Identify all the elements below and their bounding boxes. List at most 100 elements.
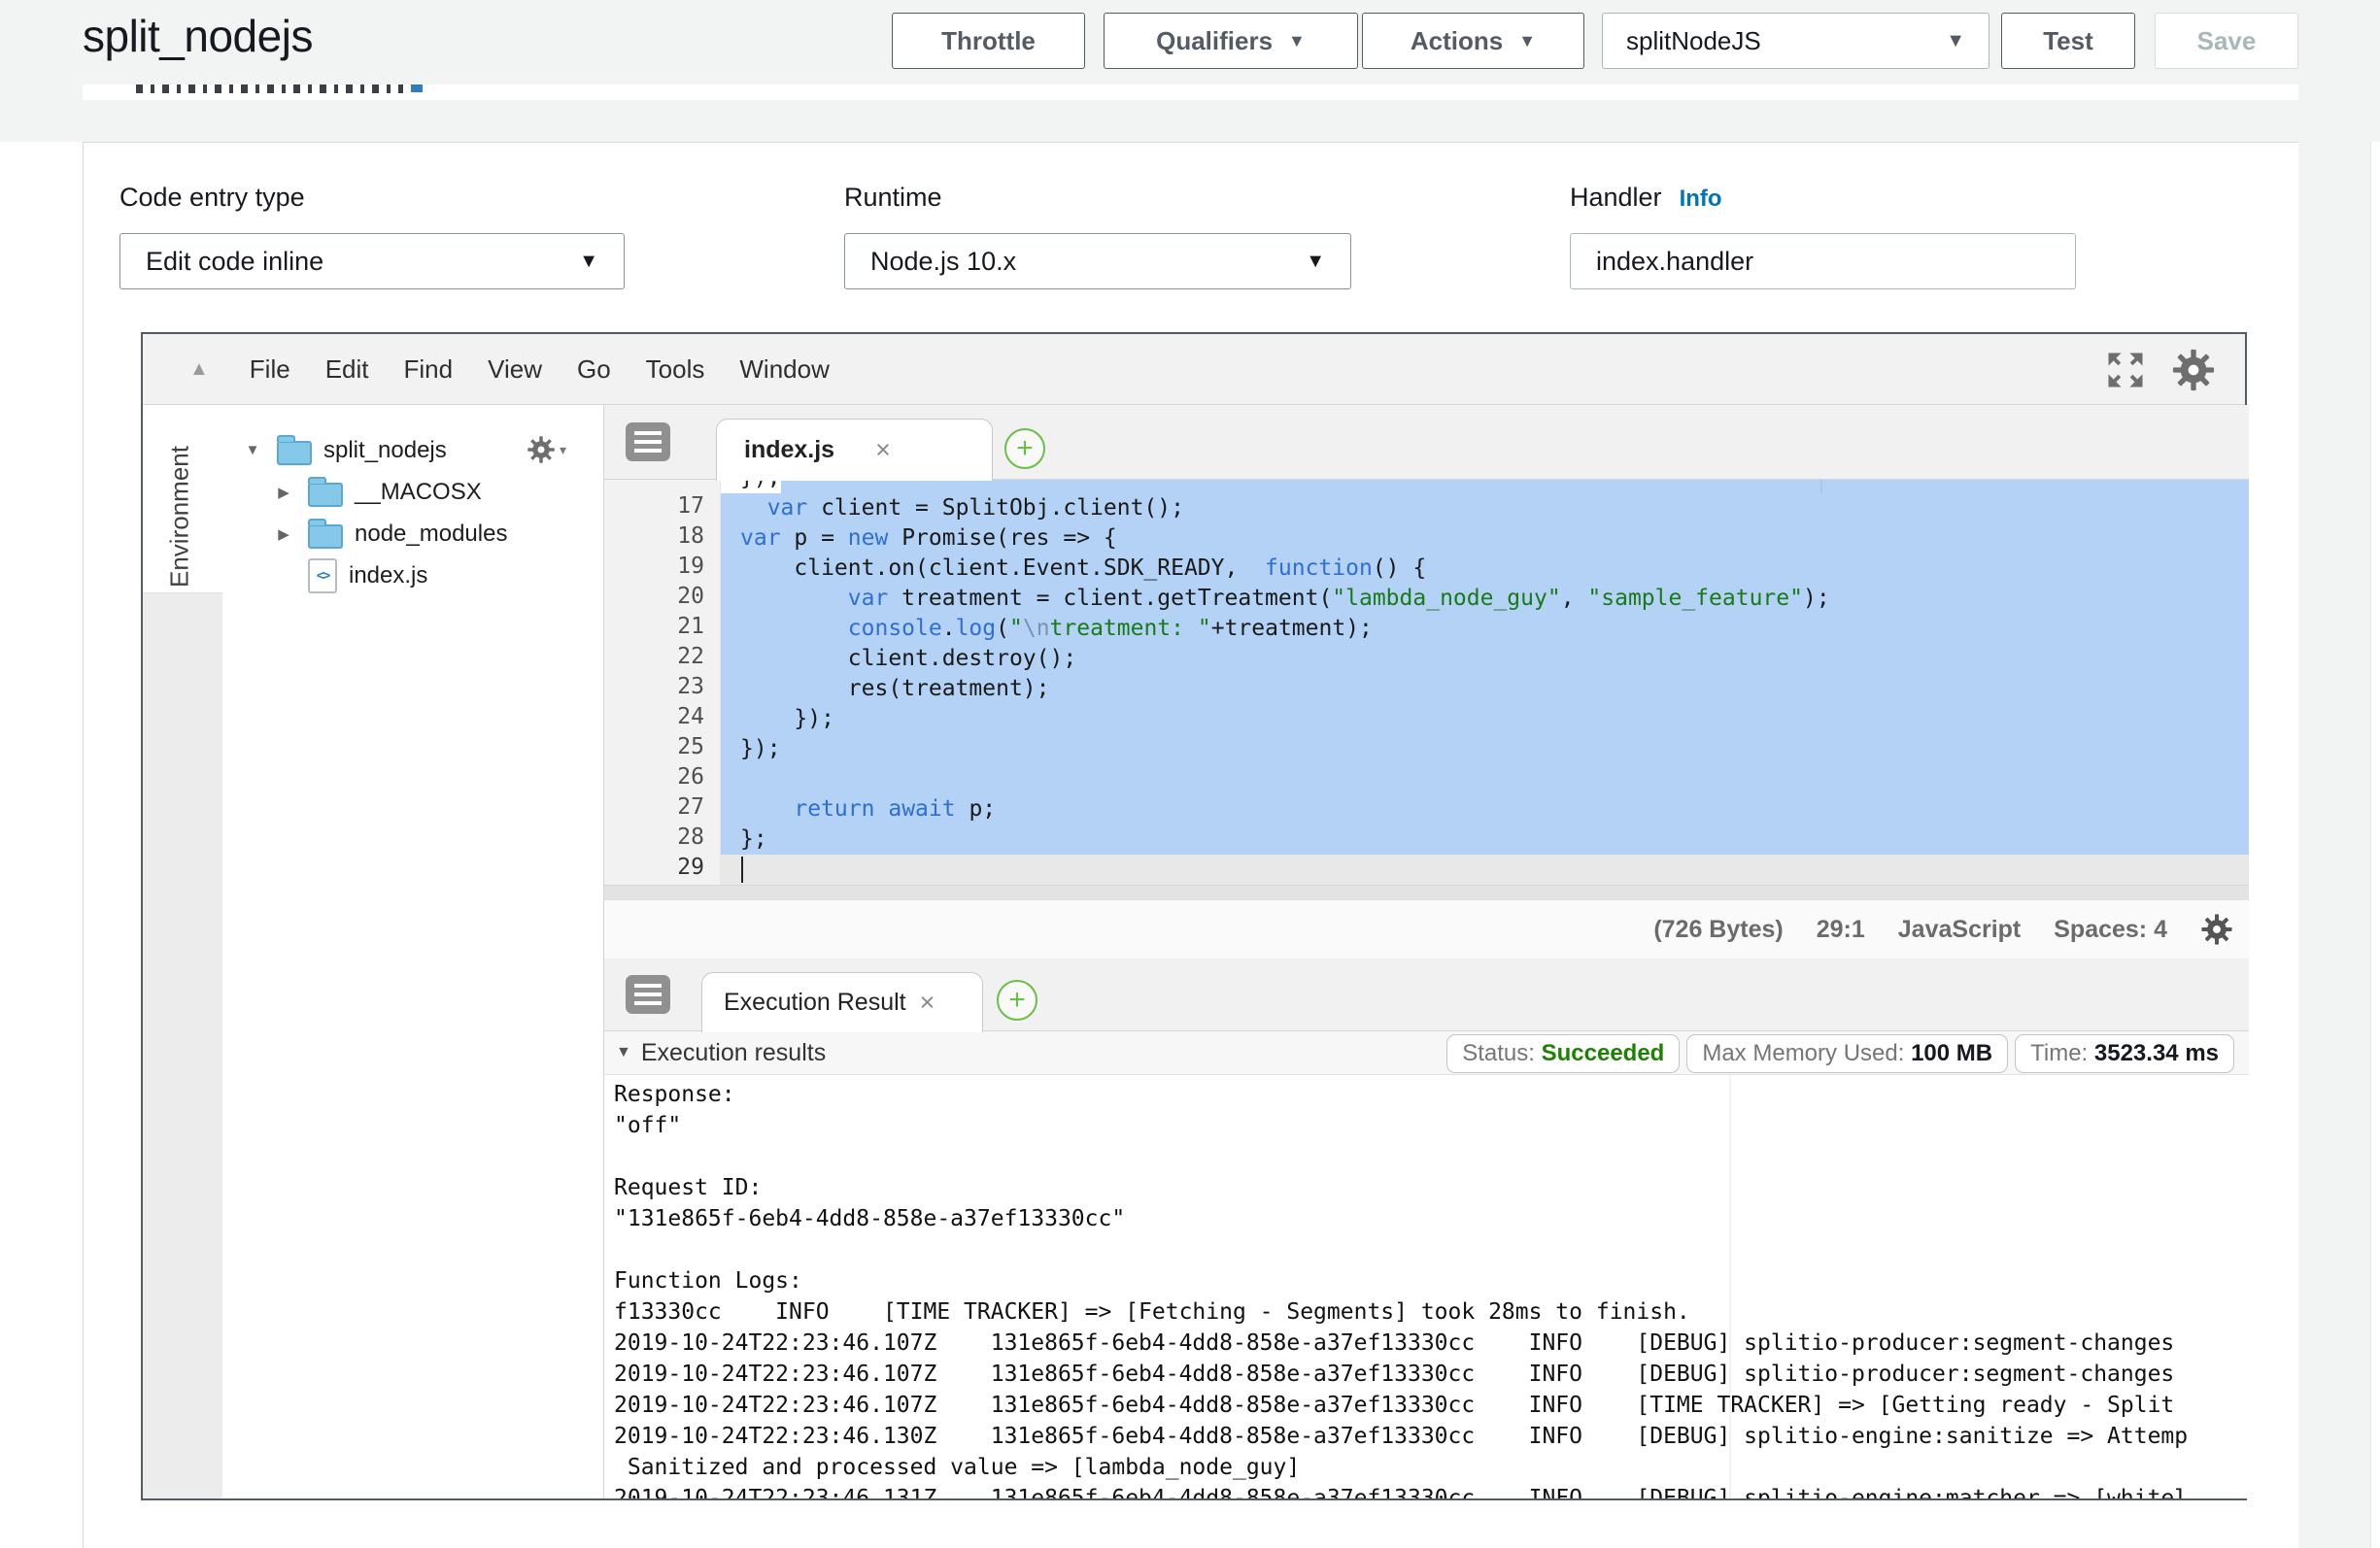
gear-icon[interactable] xyxy=(2200,913,2233,946)
menu-item-window[interactable]: Window xyxy=(739,354,829,385)
tree-item-split_nodejs[interactable]: ▼split_nodejs▾ xyxy=(143,429,603,471)
menu-item-find[interactable]: Find xyxy=(404,354,454,385)
code-content[interactable]: }); var client = SplitObj.client(); var p… xyxy=(721,480,2249,885)
gutter-line: 24 xyxy=(677,704,704,734)
code-line[interactable]: var p = new Promise(res => { xyxy=(721,523,2249,554)
gear-icon[interactable]: ▾ xyxy=(527,435,566,464)
language-mode[interactable]: JavaScript xyxy=(1898,916,2021,944)
runtime-value: Node.js 10.x xyxy=(870,247,1016,277)
test-event-value: splitNodeJS xyxy=(1626,26,1761,56)
code-line[interactable]: }); xyxy=(721,704,2249,734)
indent-setting[interactable]: Spaces: 4 xyxy=(2054,916,2167,944)
throttle-button[interactable]: Throttle xyxy=(892,13,1085,69)
code-text: }); xyxy=(721,706,834,731)
tree-item-__MACOSX[interactable]: ▶__MACOSX xyxy=(143,471,603,513)
gutter-line: 22 xyxy=(677,644,704,674)
print-margin xyxy=(1729,1075,1731,1498)
actions-button[interactable]: Actions ▼ xyxy=(1362,13,1584,69)
menu-item-edit[interactable]: Edit xyxy=(325,354,369,385)
text-cursor xyxy=(741,857,743,883)
menu-item-tools[interactable]: Tools xyxy=(646,354,705,385)
log-line: "131e865f-6eb4-4dd8-858e-a37ef13330cc" xyxy=(614,1203,2249,1234)
tab-label: Execution Result xyxy=(724,989,906,1017)
editor-tabrow: index.js × + xyxy=(604,405,2249,480)
badge-value: 3523.34 ms xyxy=(2094,1040,2219,1066)
handler-info-link[interactable]: Info xyxy=(1680,185,1722,212)
code-line[interactable] xyxy=(721,855,2249,885)
code-text: var client = SplitObj.client(); xyxy=(721,495,1184,521)
handler-label: HandlerInfo xyxy=(1570,183,1722,213)
chevron-down-icon: ▼ xyxy=(1306,251,1325,273)
gear-icon[interactable] xyxy=(2171,348,2216,392)
qualifiers-button[interactable]: Qualifiers ▼ xyxy=(1104,13,1358,69)
caret-right-icon[interactable]: ▶ xyxy=(271,525,296,543)
menu-item-file[interactable]: File xyxy=(250,354,290,385)
tab-index-js[interactable]: index.js × xyxy=(716,419,993,481)
test-event-select[interactable]: splitNodeJS ▼ xyxy=(1602,13,1989,69)
gutter-line: 20 xyxy=(677,584,704,614)
menu-items: File Edit Find View Go Tools Window xyxy=(250,354,830,385)
result-badges: Status: SucceededMax Memory Used: 100 MB… xyxy=(1446,1034,2234,1073)
code-text xyxy=(721,857,740,882)
menu-item-view[interactable]: View xyxy=(488,354,542,385)
code-line[interactable]: var client = SplitObj.client(); xyxy=(721,493,2249,523)
tab-execution-result[interactable]: Execution Result × xyxy=(701,972,983,1032)
editor-menubar: ▲ File Edit Find View Go Tools Window xyxy=(143,334,2245,405)
results-tabrow: Execution Result × + xyxy=(604,959,2249,1031)
code-area[interactable]: 17181920212223242526272829 }); var clien… xyxy=(604,480,2249,900)
code-line[interactable]: client.on(client.Event.SDK_READY, functi… xyxy=(721,554,2249,584)
qualifiers-button-label: Qualifiers xyxy=(1156,26,1273,56)
new-tab-icon[interactable]: + xyxy=(997,980,1037,1021)
code-line[interactable]: }; xyxy=(721,824,2249,855)
code-line[interactable]: var treatment = client.getTreatment("lam… xyxy=(721,584,2249,614)
tree-item-node_modules[interactable]: ▶node_modules xyxy=(143,513,603,555)
save-button[interactable]: Save xyxy=(2155,13,2298,69)
runtime-select[interactable]: Node.js 10.x ▼ xyxy=(844,233,1351,289)
editor-statusbar: (726 Bytes) 29:1 JavaScript Spaces: 4 xyxy=(604,900,2249,959)
runtime-label: Runtime xyxy=(844,183,942,213)
tab-list-icon[interactable] xyxy=(626,975,670,1014)
close-icon[interactable]: × xyxy=(920,988,935,1018)
gutter-line: 27 xyxy=(677,794,704,824)
badge-label: Time: xyxy=(2030,1040,2094,1066)
code-text: var p = new Promise(res => { xyxy=(721,525,1117,551)
page-title: split_nodejs xyxy=(83,10,313,62)
selection-highlight xyxy=(781,480,2249,493)
handler-input[interactable] xyxy=(1570,233,2076,289)
folder-icon xyxy=(277,441,312,465)
code-entry-type-select[interactable]: Edit code inline ▼ xyxy=(119,233,625,289)
horizontal-scrollbar[interactable] xyxy=(604,885,2249,900)
execution-results-content[interactable]: Response:"off" Request ID:"131e865f-6eb4… xyxy=(604,1075,2249,1498)
code-line[interactable]: }); xyxy=(721,734,2249,764)
code-editor-frame: ▲ FileEditFindViewGoToolsWindow Environm… xyxy=(141,332,2247,1500)
environment-strip xyxy=(143,592,222,1498)
gutter-line: 17 xyxy=(677,493,704,523)
code-line[interactable]: console.log("\ntreatment: "+treatment); xyxy=(721,614,2249,644)
code-text: var treatment = client.getTreatment("lam… xyxy=(721,586,1830,611)
tree-item-index.js[interactable]: index.js xyxy=(143,555,603,596)
collapse-menubar-icon[interactable]: ▲ xyxy=(189,358,209,381)
code-line[interactable]: res(treatment); xyxy=(721,674,2249,704)
log-line: 2019-10-24T22:23:46.131Z 131e865f-6eb4-4… xyxy=(614,1483,2249,1498)
test-button[interactable]: Test xyxy=(2001,13,2135,69)
caret-down-icon[interactable]: ▼ xyxy=(240,442,265,458)
log-line: f13330cc INFO [TIME TRACKER] => [Fetchin… xyxy=(614,1296,2249,1328)
new-tab-icon[interactable]: + xyxy=(1004,428,1045,469)
tab-list-icon[interactable] xyxy=(626,422,670,461)
fullscreen-icon[interactable] xyxy=(2105,350,2146,390)
log-line xyxy=(614,1141,2249,1172)
badge-label: Max Memory Used: xyxy=(1702,1040,1911,1066)
code-text xyxy=(721,766,740,791)
execution-results-header[interactable]: ▼ Execution results Status: SucceededMax… xyxy=(604,1031,2249,1075)
badge-value: Succeeded xyxy=(1542,1040,1665,1066)
close-icon[interactable]: × xyxy=(875,435,891,465)
code-line[interactable]: client.destroy(); xyxy=(721,644,2249,674)
gutter-line: 18 xyxy=(677,523,704,554)
code-line[interactable]: return await p; xyxy=(721,794,2249,824)
code-text: client.destroy(); xyxy=(721,646,1076,671)
line-number-gutter: 17181920212223242526272829 xyxy=(604,480,721,885)
result-badge: Time: 3523.34 ms xyxy=(2015,1034,2234,1073)
caret-right-icon[interactable]: ▶ xyxy=(271,484,296,501)
menu-item-go[interactable]: Go xyxy=(577,354,611,385)
code-line[interactable] xyxy=(721,764,2249,794)
